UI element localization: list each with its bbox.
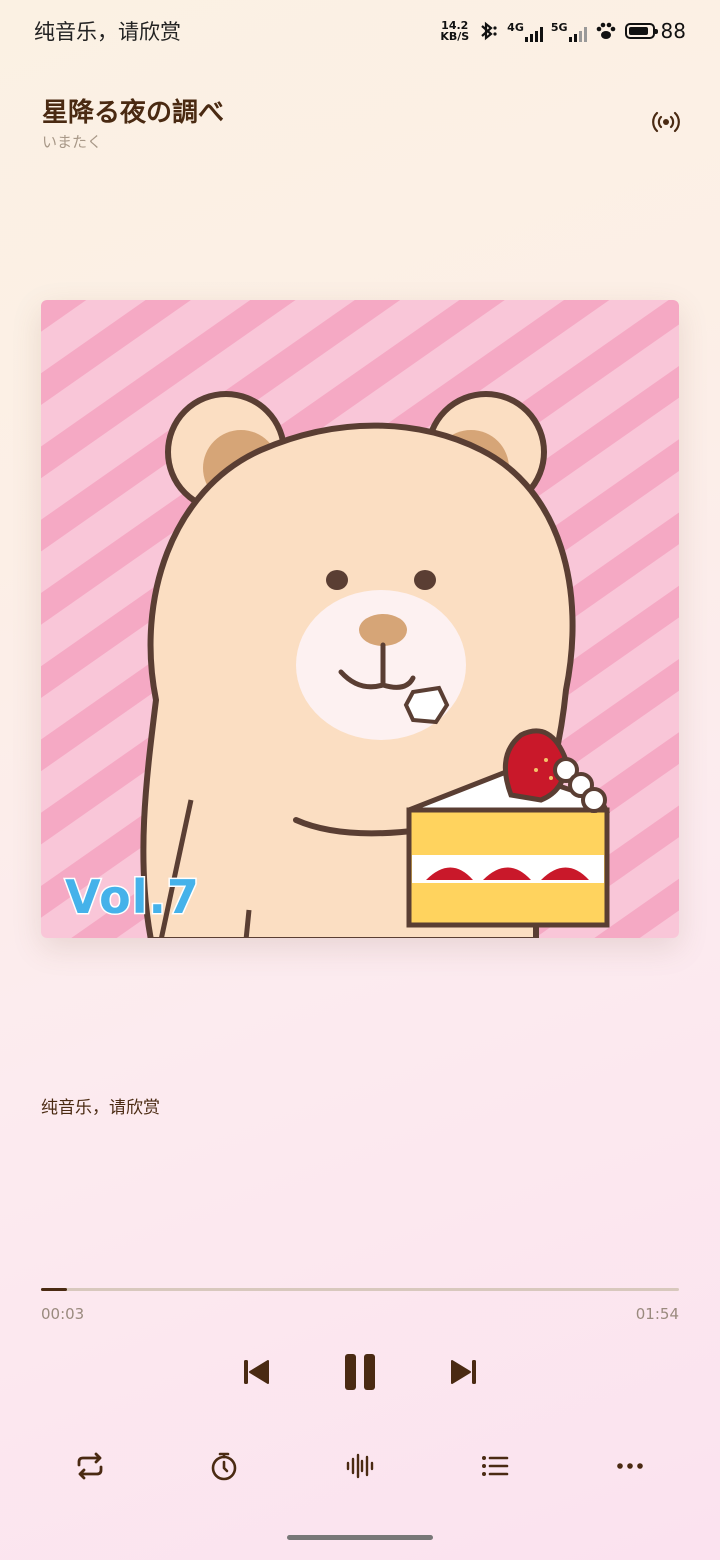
battery-icon xyxy=(624,23,658,39)
battery-indicator: 88 xyxy=(624,19,686,43)
repeat-icon xyxy=(77,1452,103,1480)
playlist-button[interactable] xyxy=(477,1448,513,1484)
net-speed-unit: KB/S xyxy=(440,30,470,43)
sleep-timer-icon xyxy=(211,1452,237,1481)
more-icon xyxy=(617,1463,643,1469)
progress-fill xyxy=(41,1288,67,1291)
net-speed: 14.2 KB/S xyxy=(440,20,469,42)
previous-button[interactable] xyxy=(236,1352,276,1392)
lyric-line[interactable]: 纯音乐，请欣赏 xyxy=(41,1093,160,1118)
play-pause-button[interactable] xyxy=(336,1348,384,1396)
album-art-bear-icon xyxy=(41,300,679,938)
home-gesture-bar[interactable] xyxy=(287,1535,433,1540)
total-time: 01:54 xyxy=(635,1305,679,1323)
sim2-signal: 5G xyxy=(551,21,587,42)
next-button[interactable] xyxy=(444,1352,484,1392)
battery-level: 88 xyxy=(660,19,686,43)
song-artist[interactable]: いまたく xyxy=(42,131,102,152)
progress-slider[interactable] xyxy=(41,1288,679,1291)
sim1-signal: 4G xyxy=(507,21,543,42)
playlist-icon xyxy=(482,1456,509,1476)
sim2-label: 5G xyxy=(550,20,568,34)
status-icons: 14.2 KB/S 4G 5G 88 xyxy=(440,16,686,46)
paw-icon xyxy=(596,22,615,39)
pause-icon xyxy=(345,1354,375,1390)
sleep-timer-button[interactable] xyxy=(206,1448,242,1484)
album-volume-label: Vol.7 xyxy=(64,869,201,926)
sim1-label: 4G xyxy=(507,20,524,34)
audio-effect-icon xyxy=(346,1453,374,1479)
skip-previous-icon xyxy=(244,1360,269,1384)
more-button[interactable] xyxy=(612,1448,648,1484)
signal-bars-icon xyxy=(568,26,587,42)
current-time: 00:03 xyxy=(41,1305,85,1323)
bluetooth-icon xyxy=(481,21,497,41)
signal-bars-icon xyxy=(524,26,543,42)
skip-next-icon xyxy=(451,1360,476,1384)
repeat-mode-button[interactable] xyxy=(72,1448,108,1484)
song-title: 星降る夜の調べ xyxy=(42,98,225,128)
album-cover[interactable]: Vol.7 xyxy=(41,300,679,938)
status-notification-text: 纯音乐，请欣赏 xyxy=(34,20,181,44)
audio-effect-button[interactable] xyxy=(342,1448,378,1484)
cast-broadcast-icon[interactable] xyxy=(652,108,680,136)
